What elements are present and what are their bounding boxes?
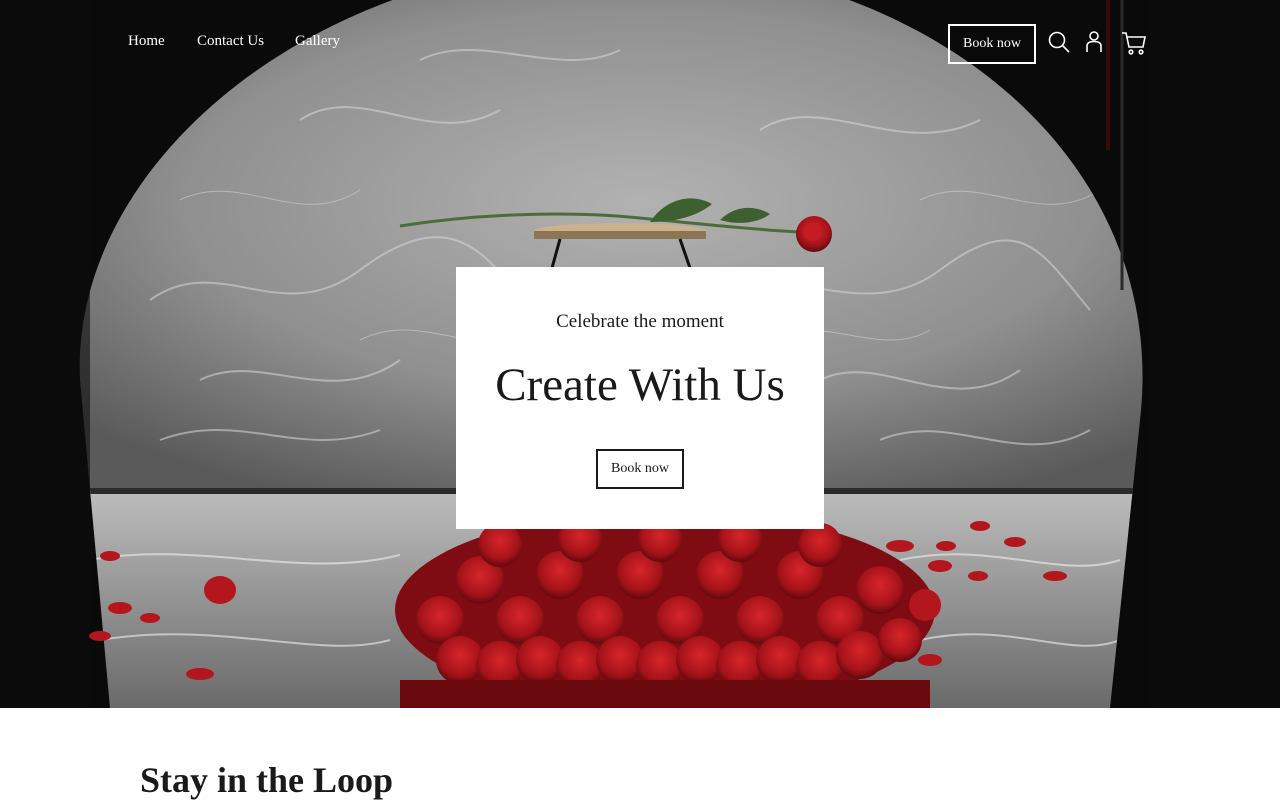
book-now-button[interactable]: Book now (948, 24, 1036, 64)
hero-book-now-button[interactable]: Book now (596, 449, 684, 489)
hero-subtitle: Celebrate the moment (556, 311, 724, 332)
hero-title: Create With Us (495, 359, 785, 411)
nav-link-contact-us[interactable]: Contact Us (197, 33, 264, 50)
nav-link-gallery[interactable]: Gallery (295, 33, 340, 50)
account-icon[interactable] (1084, 30, 1104, 59)
top-navigation: Home Contact Us Gallery Book now (0, 0, 1280, 86)
newsletter-heading: Stay in the Loop (140, 760, 394, 800)
nav-link-home[interactable]: Home (128, 33, 165, 50)
cart-icon[interactable] (1121, 30, 1147, 61)
hero-card: Celebrate the moment Create With Us Book… (456, 267, 824, 529)
hero-banner: Home Contact Us Gallery Book now Celebra… (0, 0, 1280, 708)
search-icon[interactable] (1047, 30, 1071, 59)
